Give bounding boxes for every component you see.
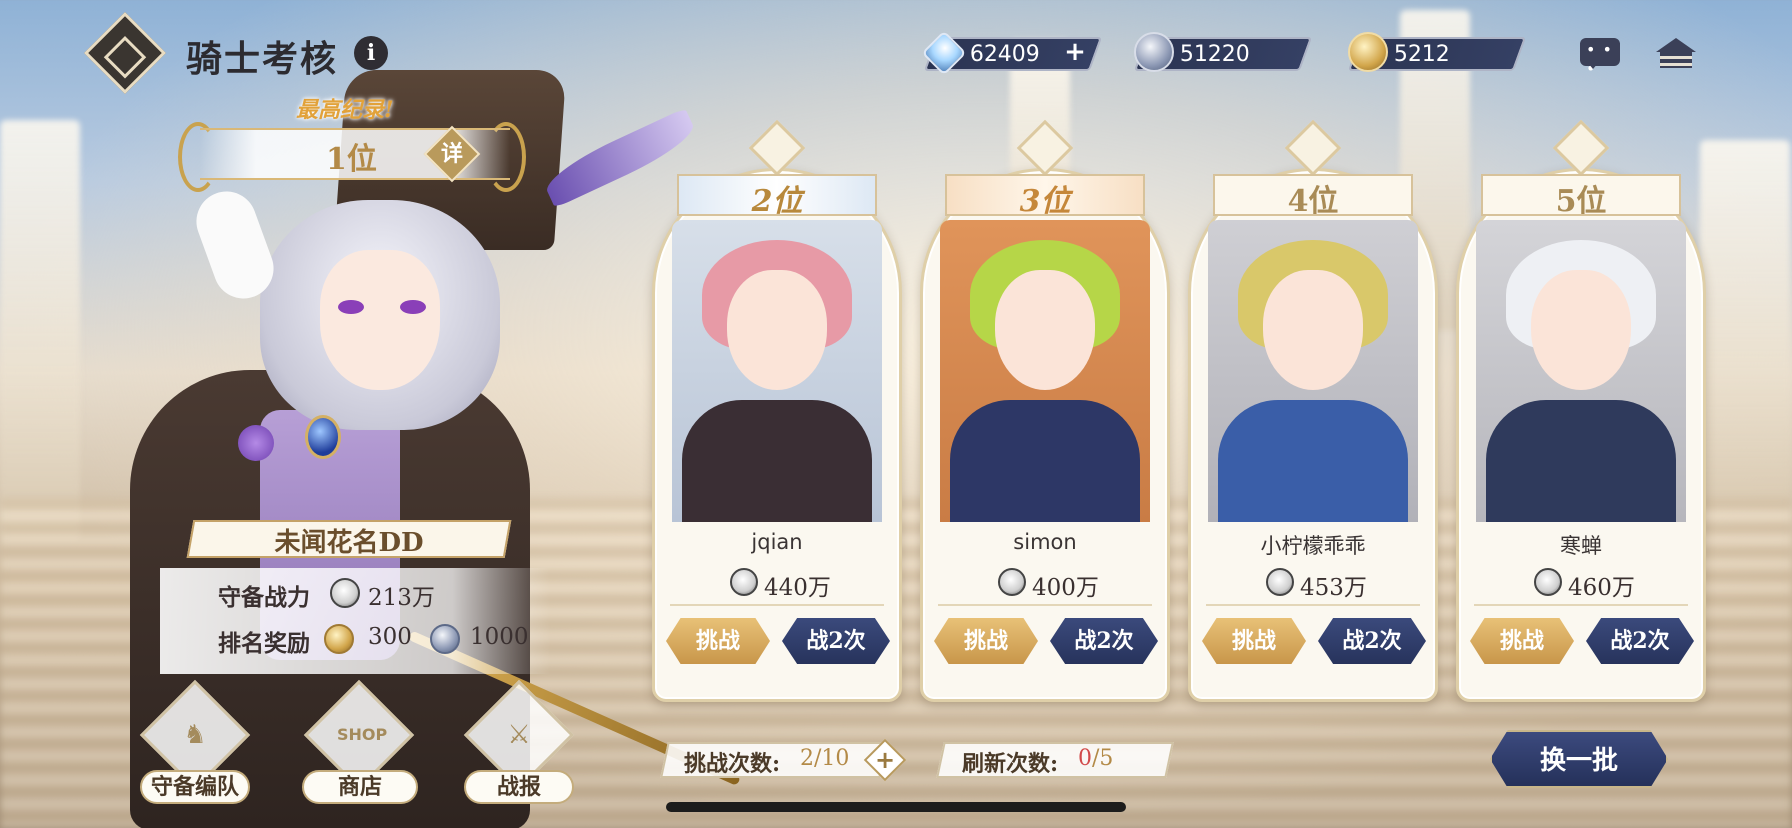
rank-reward-label: 排名奖励 <box>218 630 310 657</box>
challenge-twice-button[interactable]: 战2次 <box>782 618 890 664</box>
card-ornament-icon <box>748 119 806 177</box>
opponent-rank: 5位 <box>1555 184 1607 219</box>
home-indicator-bar[interactable] <box>666 802 1126 812</box>
best-record-label: 最高纪录! <box>296 97 394 123</box>
background-tower <box>0 120 80 540</box>
opponent-power: 453万 <box>1300 575 1367 601</box>
background-tower <box>1700 140 1790 500</box>
hero-brooch <box>305 415 341 459</box>
portrait-outfit <box>682 400 872 522</box>
opponent-card[interactable]: 3位 simon 400万 挑战 战2次 <box>920 119 1170 702</box>
card-divider <box>1474 604 1688 606</box>
refresh-count-used: 0 <box>1078 746 1092 771</box>
silver-medal-icon <box>1134 32 1174 72</box>
currency-gold-value: 5212 <box>1393 42 1450 67</box>
opponent-portrait[interactable] <box>940 220 1150 522</box>
combat-power-icon <box>1266 568 1294 596</box>
chat-icon[interactable] <box>1580 38 1620 78</box>
hero-eye <box>400 300 426 314</box>
rank-reward-gold: 300 <box>368 624 412 650</box>
combat-power-icon <box>1534 568 1562 596</box>
hero-face <box>320 250 440 390</box>
portrait-face <box>1263 270 1363 390</box>
currency-diamond-value: 62409 <box>969 42 1040 67</box>
detail-button-label: 详 <box>440 141 463 167</box>
portrait-outfit <box>1486 400 1676 522</box>
combat-power-icon <box>330 578 360 608</box>
opponent-card[interactable]: 5位 寒蝉 460万 挑战 战2次 <box>1456 119 1706 702</box>
card-ornament-icon <box>1552 119 1610 177</box>
opponent-card[interactable]: 4位 小柠檬乖乖 453万 挑战 战2次 <box>1188 119 1438 702</box>
opponent-portrait[interactable] <box>672 220 882 522</box>
portrait-face <box>1531 270 1631 390</box>
opponent-rank: 4位 <box>1287 184 1339 219</box>
defense-power-value: 213万 <box>368 585 435 611</box>
opponent-rank: 2位 <box>751 184 803 219</box>
portrait-outfit <box>1218 400 1408 522</box>
card-ornament-icon <box>1016 119 1074 177</box>
challenge-count-label: 挑战次数: <box>684 751 781 777</box>
plus-icon: + <box>874 746 896 774</box>
challenge-button[interactable]: 挑战 <box>666 618 770 664</box>
currency-silver-value: 51220 <box>1179 42 1250 67</box>
gold-medal-icon <box>1348 32 1388 72</box>
combat-power-icon <box>730 568 758 596</box>
hero-rose <box>238 425 274 461</box>
silver-medal-icon <box>430 624 460 654</box>
refresh-count-value: 0/5 <box>1078 746 1113 771</box>
refresh-count-total: /5 <box>1092 746 1114 771</box>
portrait-outfit <box>950 400 1140 522</box>
challenge-count-value: 2/10 <box>800 746 850 771</box>
info-icon[interactable]: i <box>354 36 388 70</box>
home-icon[interactable] <box>1656 38 1696 70</box>
shop-label[interactable]: 商店 <box>302 770 418 804</box>
battle-report-label[interactable]: 战报 <box>464 770 574 804</box>
defense-formation-label[interactable]: 守备编队 <box>140 770 250 804</box>
opponent-power: 440万 <box>764 575 831 601</box>
combat-power-icon <box>998 568 1026 596</box>
card-divider <box>938 604 1152 606</box>
opponent-name: 小柠檬乖乖 <box>1260 534 1366 558</box>
opponent-portrait[interactable] <box>1476 220 1686 522</box>
shop-icon: SHOP <box>337 725 388 744</box>
challenge-twice-button[interactable]: 战2次 <box>1586 618 1694 664</box>
refresh-count-label: 刷新次数: <box>962 751 1059 777</box>
rank-reward-silver: 1000 <box>470 624 529 650</box>
player-name: 未闻花名DD <box>274 528 424 558</box>
battle-report-icon: ⚔ <box>507 720 531 750</box>
add-diamond-button[interactable]: + <box>1063 39 1087 65</box>
opponent-portrait[interactable] <box>1208 220 1418 522</box>
gold-medal-icon <box>324 624 354 654</box>
card-divider <box>670 604 884 606</box>
opponent-power: 400万 <box>1032 575 1099 601</box>
card-ornament-icon <box>1284 119 1342 177</box>
best-record-rank: 1位 <box>326 142 377 177</box>
challenge-button[interactable]: 挑战 <box>1202 618 1306 664</box>
opponent-name: jqian <box>751 530 803 554</box>
refresh-opponents-button[interactable]: 换一批 <box>1490 730 1668 788</box>
opponent-rank: 3位 <box>1019 184 1071 219</box>
defense-power-label: 守备战力 <box>218 584 310 611</box>
knight-chess-icon: ♞ <box>183 720 207 750</box>
hero-eye <box>338 300 364 314</box>
challenge-twice-button[interactable]: 战2次 <box>1318 618 1426 664</box>
opponent-power: 460万 <box>1568 575 1635 601</box>
portrait-face <box>995 270 1095 390</box>
challenge-button[interactable]: 挑战 <box>934 618 1038 664</box>
challenge-twice-button[interactable]: 战2次 <box>1050 618 1158 664</box>
portrait-face <box>727 270 827 390</box>
opponent-name: simon <box>1013 530 1077 554</box>
opponent-card[interactable]: 2位 jqian 440万 挑战 战2次 <box>652 119 902 702</box>
card-divider <box>1206 604 1420 606</box>
opponent-name: 寒蝉 <box>1560 534 1602 558</box>
challenge-button[interactable]: 挑战 <box>1470 618 1574 664</box>
